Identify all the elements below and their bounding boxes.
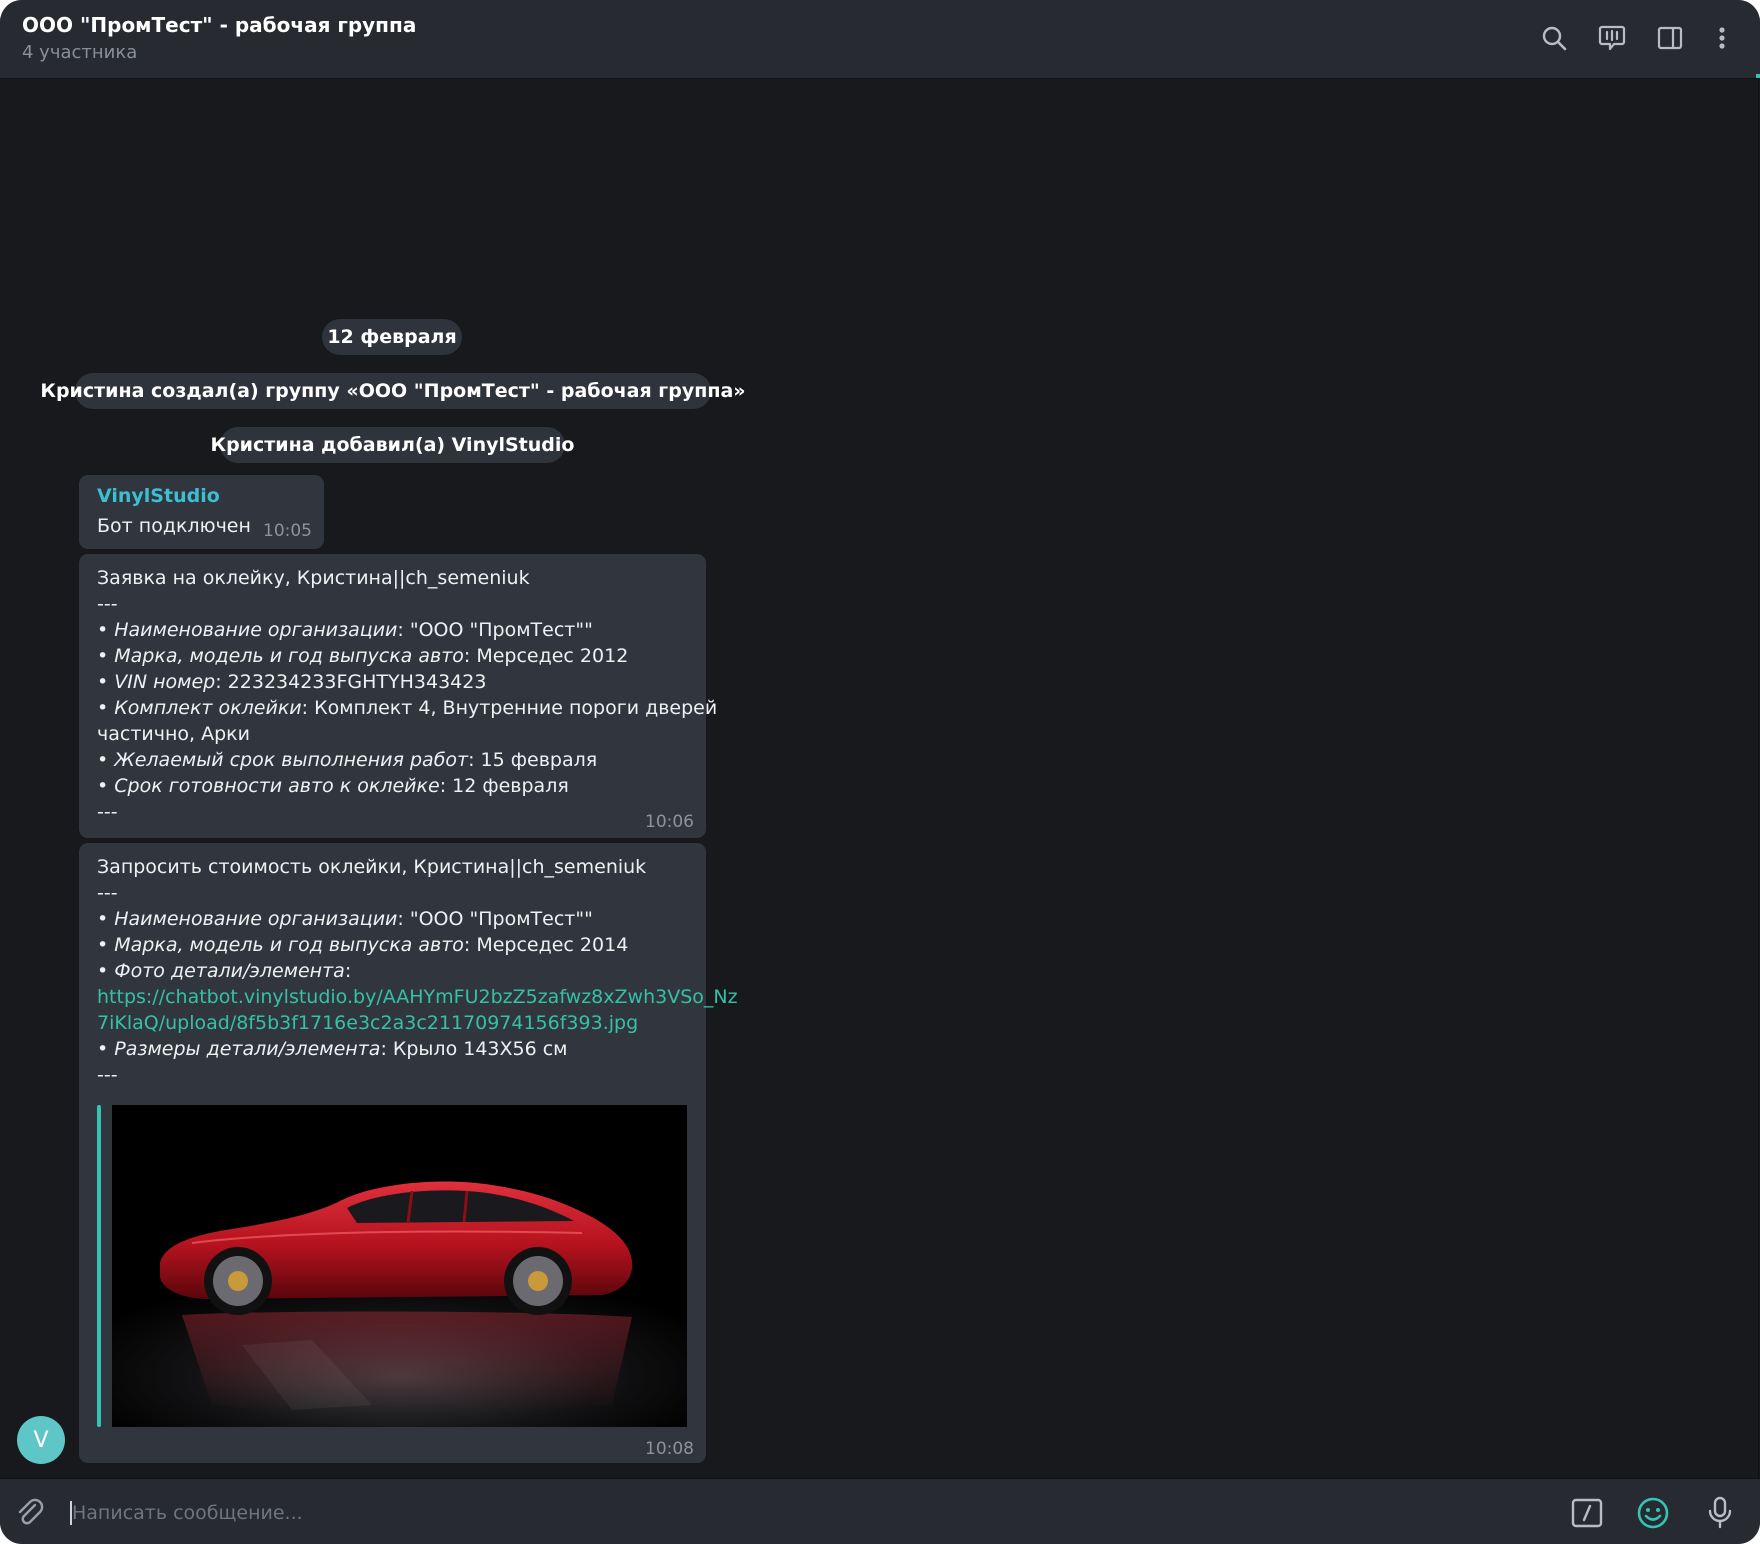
message-field-kit-cont: частично, Арки [97, 723, 250, 745]
message-field-car: • Марка, модель и год выпуска авто: Мерс… [97, 934, 629, 956]
message-time: 10:08 [645, 1439, 694, 1459]
emoji-icon[interactable] [1633, 1493, 1673, 1533]
message-field-org: • Наименование организации: "ООО "ПромТе… [97, 908, 593, 930]
search-icon[interactable] [1537, 21, 1571, 55]
link-preview-photo[interactable] [112, 1105, 687, 1427]
sidebar-toggle-icon[interactable] [1653, 21, 1687, 55]
service-message-added: Кристина добавил(а) VinylStudio [211, 427, 574, 463]
message-bubble[interactable]: VinylStudio Бот подключен 10:05 [79, 475, 324, 549]
message-input[interactable] [70, 1493, 1374, 1533]
message-title: Заявка на оклейку, Кристина||ch_semeniuk [97, 567, 530, 589]
photo-link[interactable]: https://chatbot.vinylstudio.by/AAHYmFU2b… [97, 984, 738, 1010]
message-separator: --- [97, 1064, 118, 1086]
chat-title[interactable]: ООО "ПромТест" - рабочая группа [22, 13, 416, 37]
photo-link-cont[interactable]: 7iKlaQ/upload/8f5b3f1716e3c2a3c211709741… [97, 1010, 638, 1036]
message-sender[interactable]: VinylStudio [97, 485, 220, 507]
attach-icon[interactable] [10, 1493, 50, 1533]
message-field-kit: • Комплект оклейки: Комплект 4, Внутренн… [97, 697, 718, 719]
message-title: Запросить стоимость оклейки, Кристина||c… [97, 856, 647, 878]
more-vertical-icon[interactable] [1705, 21, 1739, 55]
car-image [112, 1105, 687, 1427]
scrollbar[interactable] [1758, 78, 1759, 1478]
chat-header: ООО "ПромТест" - рабочая группа 4 участн… [0, 0, 1760, 79]
chat-members-count[interactable]: 4 участника [22, 42, 137, 63]
message-field-car: • Марка, модель и год выпуска авто: Мерс… [97, 645, 629, 667]
date-badge: 12 февраля [322, 319, 462, 355]
message-time: 10:06 [645, 812, 694, 832]
message-field-vin: • VIN номер: 223234233FGHTYH343423 [97, 671, 487, 693]
message-separator: --- [97, 801, 118, 823]
message-field-org: • Наименование организации: "ООО "ПромТе… [97, 619, 593, 641]
telegram-window: ООО "ПромТест" - рабочая группа 4 участн… [0, 0, 1760, 1544]
voice-chat-icon[interactable] [1595, 21, 1629, 55]
message-field-deadline: • Желаемый срок выполнения работ: 15 фев… [97, 749, 598, 771]
message-time: 10:05 [263, 521, 312, 541]
microphone-icon[interactable] [1700, 1493, 1740, 1533]
avatar[interactable]: V [17, 1416, 65, 1464]
message-bubble[interactable]: Заявка на оклейку, Кристина||ch_semeniuk… [79, 554, 717, 838]
message-field-ready: • Срок готовности авто к оклейке: 12 фев… [97, 775, 569, 797]
message-text: Бот подключен [97, 515, 251, 537]
service-message-created: Кристина создал(а) группу «ООО "ПромТест… [40, 373, 746, 409]
message-field-photo: • Фото детали/элемента: [97, 960, 352, 982]
message-separator: --- [97, 593, 118, 615]
link-preview-bar [97, 1105, 101, 1427]
message-field-size: • Размеры детали/элемента: Крыло 143X56 … [97, 1038, 568, 1060]
bot-commands-icon[interactable] [1567, 1493, 1607, 1533]
message-composer [0, 1478, 1760, 1544]
message-separator: --- [97, 882, 118, 904]
message-bubble[interactable]: Запросить стоимость оклейки, Кристина||c… [79, 843, 738, 1463]
